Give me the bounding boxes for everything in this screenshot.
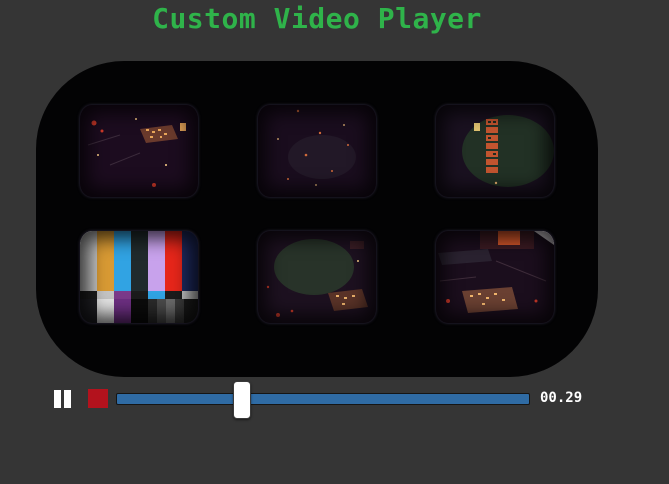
tv-screen-circuit-board [80, 105, 198, 197]
pause-button[interactable] [51, 388, 75, 410]
page-title: Custom Video Player [152, 2, 482, 35]
tv-screen-circuit-closeup [436, 231, 554, 323]
tv-screen-dark-particles [258, 105, 376, 197]
player-controls: 00.29 [0, 378, 669, 419]
time-display: 00.29 [540, 390, 583, 406]
tv-screen-green-glow [436, 105, 554, 197]
seek-thumb[interactable] [232, 381, 251, 419]
seek-bar[interactable] [116, 381, 530, 419]
tv-screen-color-bars [80, 231, 198, 323]
video-display[interactable] [36, 61, 598, 377]
stop-button[interactable] [88, 389, 108, 408]
tv-screen-green-circuit [258, 231, 376, 323]
